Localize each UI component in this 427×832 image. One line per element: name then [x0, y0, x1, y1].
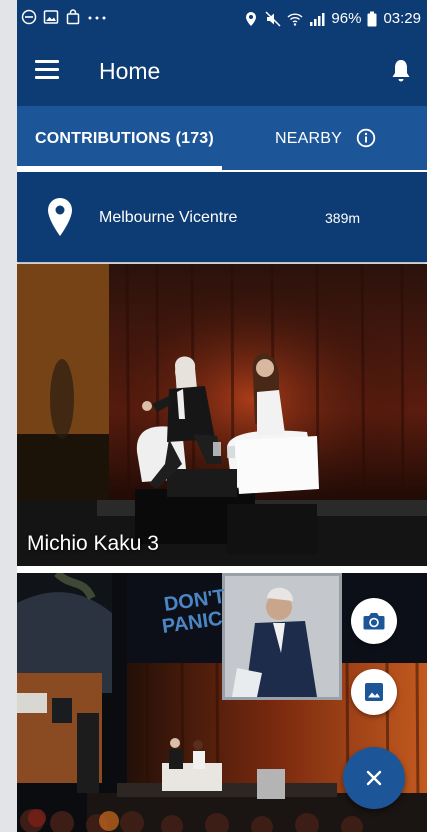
info-icon[interactable] [356, 128, 376, 148]
more-notifications-icon [88, 16, 106, 20]
close-icon [366, 770, 382, 786]
wifi-icon [287, 12, 303, 26]
signal-icon [310, 12, 325, 26]
gallery-icon [365, 683, 383, 701]
location-status-icon [246, 11, 257, 26]
menu-icon[interactable] [35, 60, 59, 79]
app-bar: Home [17, 38, 427, 106]
location-pin-icon [48, 198, 72, 236]
location-distance: 389m [325, 210, 361, 226]
status-left [21, 9, 107, 25]
status-bar: 96% 03:29 [17, 0, 427, 38]
tab-contributions[interactable]: CONTRIBUTIONS (173) [35, 130, 214, 148]
page-title: Home [99, 58, 161, 84]
location-name: Melbourne Vicentre [99, 209, 238, 226]
battery-percent: 96% [331, 10, 362, 27]
stage-photo [17, 264, 427, 566]
active-tab-indicator [17, 166, 222, 170]
app-frame: 96% 03:29 Home CONTRIBUTIONS (173) NEARB… [17, 0, 427, 832]
bell-icon[interactable] [389, 58, 413, 84]
status-right: 96% 03:29 [243, 10, 421, 27]
camera-button[interactable] [351, 598, 397, 644]
image-notification-icon [43, 10, 59, 24]
bag-icon [66, 9, 80, 25]
tab-nearby[interactable]: NEARBY [275, 130, 342, 148]
photo-card[interactable]: Michio Kaku 3 [17, 264, 427, 566]
background-strip [0, 0, 17, 832]
location-card[interactable]: Melbourne Vicentre 389m [17, 172, 427, 262]
tab-bar: CONTRIBUTIONS (173) NEARBY [17, 106, 427, 170]
mute-icon [265, 10, 281, 27]
dnd-icon [21, 9, 37, 25]
photo-caption: Michio Kaku 3 [27, 532, 159, 555]
gallery-button[interactable] [351, 669, 397, 715]
camera-icon [363, 613, 385, 630]
clock: 03:29 [383, 10, 421, 27]
close-fab-button[interactable] [343, 747, 405, 809]
battery-icon [367, 11, 377, 26]
